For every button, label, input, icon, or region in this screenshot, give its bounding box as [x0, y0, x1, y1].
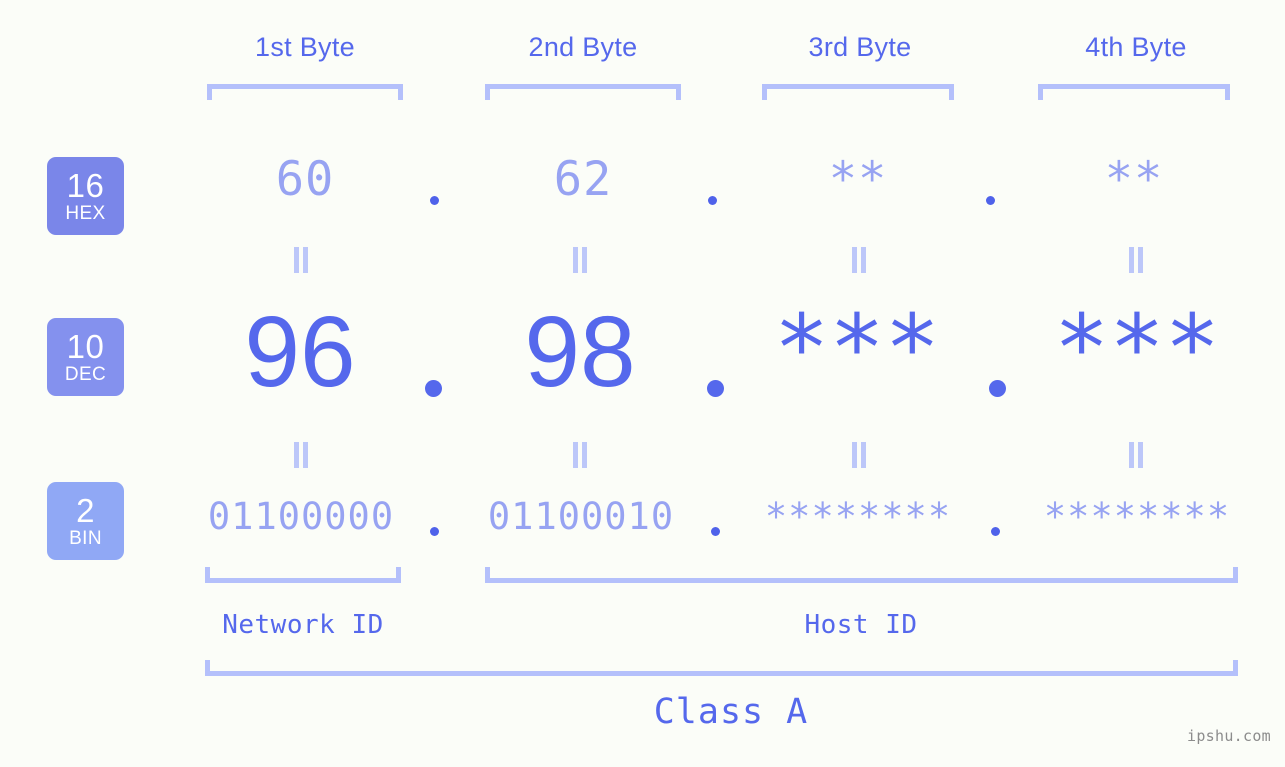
byte-header-3: 3rd Byte	[808, 32, 912, 62]
host-id-label: Host ID	[804, 610, 918, 640]
radix-badge-dec: 10 DEC	[47, 318, 124, 396]
equals-icon-1-2	[572, 247, 588, 273]
equals-icon-1-4	[1128, 247, 1144, 273]
bracket-byte-2	[485, 84, 681, 100]
equals-icon-1-1	[293, 247, 309, 273]
dec-byte-2-value: 98	[524, 296, 636, 408]
bracket-byte-3	[762, 84, 954, 100]
bin-separator-1	[430, 527, 439, 536]
dec-separator-3	[989, 380, 1006, 397]
bracket-host-id	[485, 567, 1238, 583]
bin-byte-2-value: 01100010	[487, 495, 675, 538]
byte-header-1: 1st Byte	[255, 32, 355, 62]
hex-byte-2-value: 62	[553, 152, 613, 207]
radix-badge-bin: 2 BIN	[47, 482, 124, 560]
radix-badge-dec-number: 10	[66, 328, 105, 365]
dec-separator-2	[707, 380, 724, 397]
equals-icon-1-3	[851, 247, 867, 273]
bin-byte-3-value: ********	[764, 495, 952, 538]
radix-badge-hex-name: HEX	[65, 203, 106, 224]
equals-icon-2-3	[851, 442, 867, 468]
radix-badge-bin-name: BIN	[69, 528, 102, 549]
radix-badge-bin-number: 2	[76, 492, 95, 529]
dec-byte-4-value: ***	[1053, 295, 1221, 402]
bin-byte-1-value: 01100000	[207, 495, 395, 538]
radix-badge-dec-name: DEC	[64, 364, 107, 385]
byte-header-2: 2nd Byte	[528, 32, 638, 62]
hex-separator-3	[986, 196, 995, 205]
watermark: ipshu.com	[1187, 727, 1271, 745]
bin-separator-2	[711, 527, 720, 536]
equals-icon-2-1	[293, 442, 309, 468]
dec-byte-1-value: 96	[244, 296, 356, 408]
bin-separator-3	[991, 527, 1000, 536]
bracket-class	[205, 660, 1238, 676]
hex-separator-2	[708, 196, 717, 205]
bracket-byte-4	[1038, 84, 1230, 100]
dec-separator-1	[425, 380, 442, 397]
equals-icon-2-4	[1128, 442, 1144, 468]
hex-byte-4-value: **	[1104, 152, 1164, 207]
radix-badge-hex: 16 HEX	[47, 157, 124, 235]
hex-separator-1	[430, 196, 439, 205]
dec-byte-3-value: ***	[773, 295, 941, 402]
class-label: Class A	[653, 692, 809, 732]
hex-byte-1-value: 60	[275, 152, 335, 207]
bracket-byte-1	[207, 84, 403, 100]
equals-icon-2-2	[572, 442, 588, 468]
radix-badge-hex-number: 16	[66, 167, 105, 204]
byte-header-4: 4th Byte	[1085, 32, 1187, 62]
hex-byte-3-value: **	[828, 152, 888, 207]
bracket-network-id	[205, 567, 401, 583]
bin-byte-4-value: ********	[1043, 495, 1231, 538]
ip-byte-breakdown-diagram: 1st Byte 2nd Byte 3rd Byte 4th Byte 16 H…	[0, 0, 1285, 767]
network-id-label: Network ID	[222, 610, 384, 640]
